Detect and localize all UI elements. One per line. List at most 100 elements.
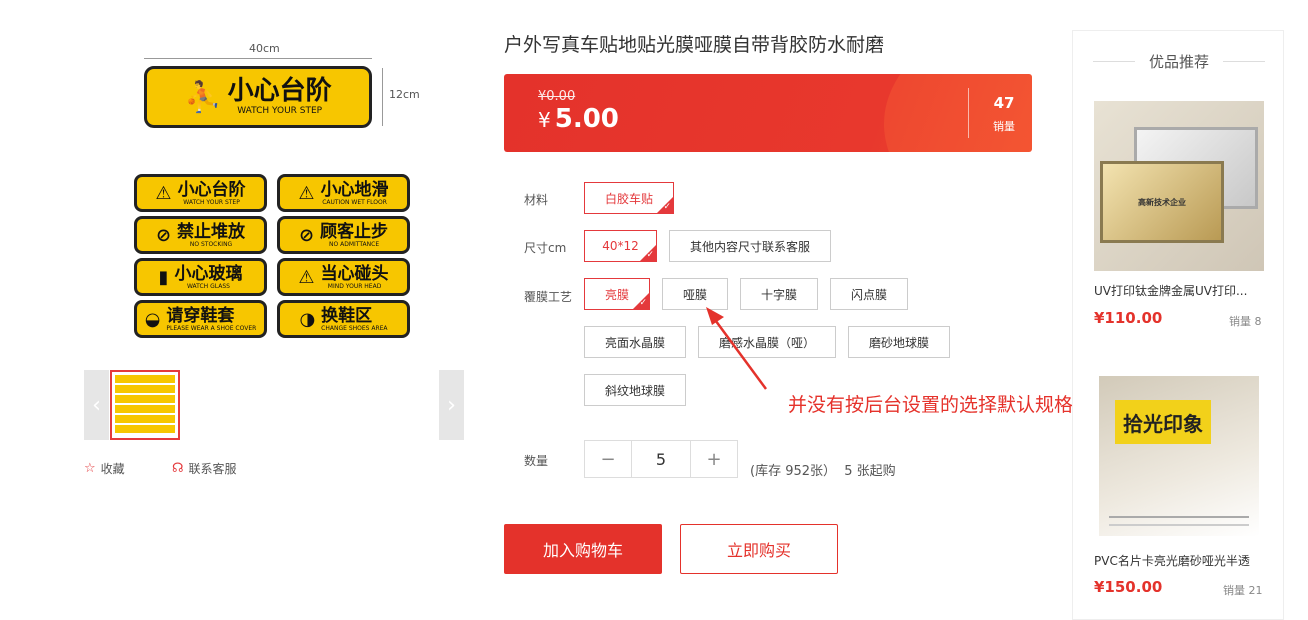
sign-subtext: WATCH YOUR STEP (183, 199, 240, 207)
sign-text: 当心碰头 (320, 263, 389, 284)
sign-text: 换鞋区 (321, 305, 373, 326)
divider (1223, 61, 1265, 62)
sign-subtext: NO ADMITTANCE (328, 241, 380, 249)
sign-subtext: WATCH YOUR STEP (237, 105, 323, 116)
recommend-item-name[interactable]: PVC名片卡亮光磨砂哑光半透 (1094, 552, 1266, 569)
quantity-input[interactable]: 5 (631, 441, 691, 477)
recommend-item-image[interactable]: 高新技术企业 高新技术企业 (1094, 101, 1264, 271)
sign-tile: ⚠ 当心碰头 MIND YOUR HEAD (277, 258, 410, 296)
plaque-image: 高新技术企业 (1100, 161, 1224, 243)
image-text: 拾光印象 (1123, 411, 1203, 436)
caution-icon: ⚠ (155, 182, 172, 204)
option-text: 40*12 (602, 239, 639, 253)
price-box: ¥0.00 ¥5.00 47 销量 (504, 74, 1032, 152)
sign-subtext: MIND YOUR HEAD (327, 283, 382, 291)
favorite-label: 收藏 (100, 462, 125, 476)
headset-icon: ☊ (172, 461, 184, 476)
sales-label: 销量 (993, 120, 1015, 133)
sign-tile: ◑ 换鞋区 CHANGE SHOES AREA (277, 300, 410, 338)
sign-text: 小心台阶 (227, 76, 332, 107)
shoe-icon: ◒ (144, 308, 161, 330)
annotation-note: 并没有按后台设置的选择默认规格 (788, 394, 1074, 416)
size-label: 尺寸cm (524, 241, 567, 255)
option-text: 亮膜 (604, 287, 629, 302)
recommend-item-price: ¥110.00 (1094, 309, 1163, 327)
current-price: ¥5.00 (538, 104, 619, 134)
caution-icon: ⚠ (298, 266, 315, 288)
quantity-label: 数量 (524, 454, 549, 468)
width-dimension: 40cm (249, 42, 280, 55)
sign-tile: ⚠ 小心地滑 CAUTION WET FLOOR (277, 174, 410, 212)
buy-now-button[interactable]: 立即购买 (680, 524, 838, 574)
decrease-button[interactable]: − (585, 441, 631, 477)
sign-subtext: CHANGE SHOES AREA (321, 325, 388, 333)
sign-tile: ◒ 请穿鞋套 PLEASE WEAR A SHOE COVER (134, 300, 267, 338)
option-size-40x12[interactable]: 40*12 ✓ (584, 230, 657, 262)
height-dimension: 12cm (389, 88, 420, 101)
product-title: 户外写真车贴地贴光膜哑膜自带背胶防水耐磨 (504, 34, 885, 56)
thumbnail-strip: ‹ › (84, 370, 464, 440)
sign-subtext: WATCH GLASS (186, 283, 230, 291)
shoe-icon: ◑ (299, 308, 316, 330)
material-label: 材料 (524, 193, 549, 207)
favorite-button[interactable]: ☆ 收藏 (84, 460, 125, 477)
thumbnail-image[interactable] (110, 370, 180, 440)
sign-text: 小心台阶 (177, 179, 246, 200)
price-value: 5.00 (554, 104, 619, 134)
add-to-cart-button[interactable]: 加入购物车 (504, 524, 662, 574)
sign-text: 小心玻璃 (174, 263, 243, 284)
recommend-item-price: ¥150.00 (1094, 578, 1163, 596)
option-coating-glitter[interactable]: 闪点膜 (830, 278, 908, 310)
sign-text: 小心地滑 (320, 179, 389, 200)
recommend-item-image[interactable]: 拾光印象 (1099, 376, 1259, 536)
prev-arrow-button[interactable]: ‹ (84, 370, 109, 440)
sales-count: 47 (993, 94, 1015, 112)
recommend-item-name[interactable]: UV打印钛金牌金属UV打印... (1094, 282, 1266, 299)
card-text-line (1109, 524, 1249, 526)
option-text: 白胶车贴 (604, 191, 653, 206)
quantity-stepper: − 5 + (584, 440, 738, 478)
caution-person-icon: ⛹ (184, 79, 222, 115)
annotation-arrow-icon (706, 307, 768, 390)
sign-text: 请穿鞋套 (166, 305, 235, 326)
option-coating-crystal-gloss[interactable]: 亮面水晶膜 (584, 326, 686, 358)
sales-info: 47 销量 (979, 94, 1029, 134)
card-text-line (1109, 516, 1249, 518)
next-arrow-button[interactable]: › (439, 370, 464, 440)
sign-text: 禁止堆放 (177, 221, 246, 242)
option-text: 其他内容尺寸联系客服 (689, 239, 810, 254)
check-icon: ✓ (639, 298, 647, 308)
option-text: 磨砂地球膜 (868, 335, 929, 350)
stock-info: (库存 952张） 5 张起购 (750, 464, 896, 479)
coating-label: 覆膜工艺 (524, 290, 573, 304)
recommend-item-sold: 销量 8 (1229, 315, 1262, 328)
option-coating-twill-floor[interactable]: 斜纹地球膜 (584, 374, 686, 406)
original-price: ¥0.00 (538, 89, 576, 104)
currency-symbol: ¥ (538, 108, 551, 132)
option-text: 十字膜 (760, 287, 797, 302)
door-icon: ▮ (158, 266, 169, 288)
star-icon: ☆ (84, 461, 96, 476)
dimension-line (144, 58, 372, 59)
option-text: 斜纹地球膜 (604, 383, 665, 398)
dimension-line (382, 68, 383, 126)
thumbnail-preview (115, 375, 175, 435)
service-button[interactable]: ☊ 联系客服 (172, 460, 237, 477)
increase-button[interactable]: + (691, 441, 737, 477)
option-size-custom[interactable]: 其他内容尺寸联系客服 (669, 230, 831, 262)
option-coating-gloss[interactable]: 亮膜 ✓ (584, 278, 650, 310)
option-text: 亮面水晶膜 (604, 335, 665, 350)
sign-subtext: CAUTION WET FLOOR (322, 199, 387, 207)
product-main-image[interactable]: 40cm 12cm ⛹ 小心台阶 WATCH YOUR STEP ⚠ 小心台阶 W… (84, 28, 464, 358)
sign-subtext: PLEASE WEAR A SHOE COVER (166, 325, 257, 333)
big-sign: ⛹ 小心台阶 WATCH YOUR STEP (144, 66, 372, 128)
service-label: 联系客服 (188, 462, 237, 476)
image-text: 高新技术企业 (1138, 197, 1186, 207)
sign-text: 顾客止步 (320, 221, 389, 242)
option-coating-frosted-floor[interactable]: 磨砂地球膜 (848, 326, 950, 358)
check-icon: ✓ (646, 250, 654, 260)
caution-icon: ⚠ (298, 182, 315, 204)
sign-tile: ⚠ 小心台阶 WATCH YOUR STEP (134, 174, 267, 212)
option-material-white-glue[interactable]: 白胶车贴 ✓ (584, 182, 674, 214)
prohibited-icon: ⊘ (298, 224, 315, 246)
